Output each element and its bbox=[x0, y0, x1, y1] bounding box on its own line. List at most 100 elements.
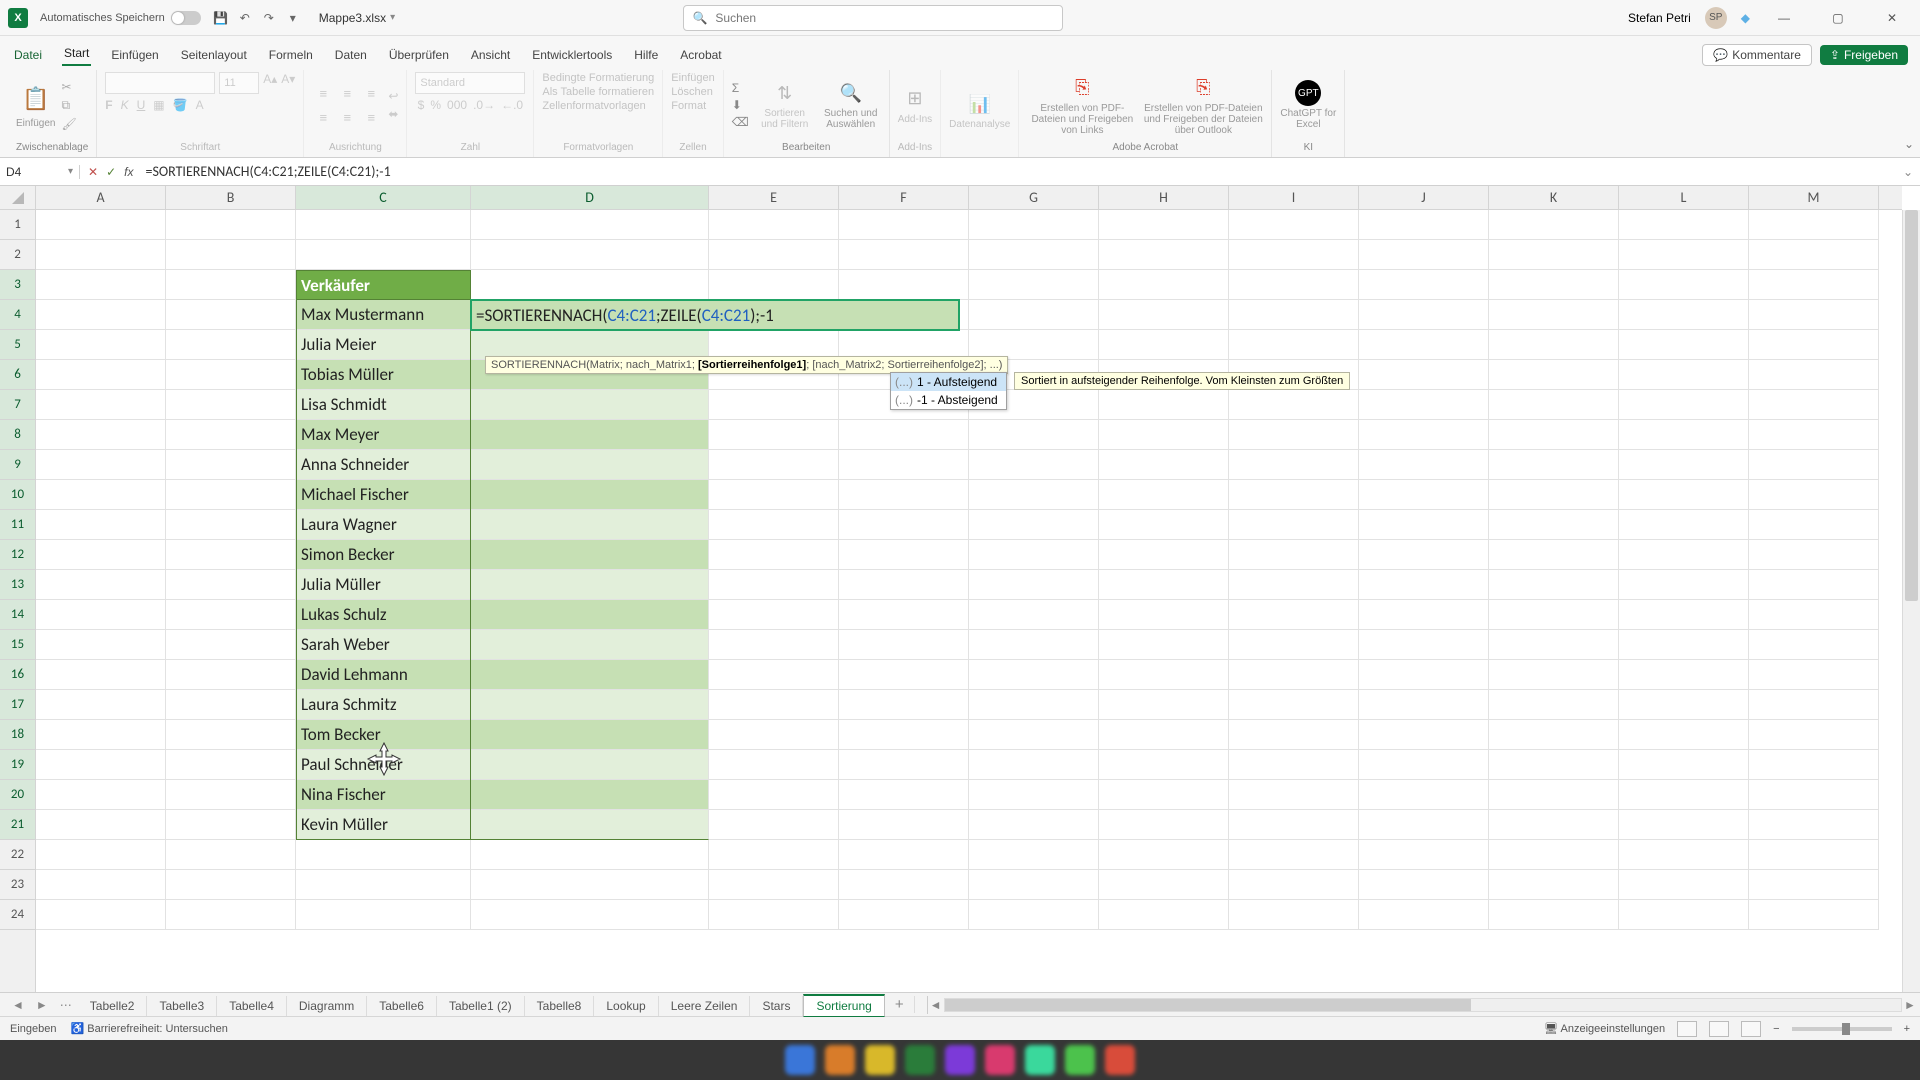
cell-D12[interactable] bbox=[471, 540, 709, 570]
cell-A18[interactable] bbox=[36, 720, 166, 750]
row-header-1[interactable]: 1 bbox=[0, 210, 35, 240]
cell-A15[interactable] bbox=[36, 630, 166, 660]
save-icon[interactable]: 💾 bbox=[213, 11, 229, 25]
column-headers[interactable]: ABCDEFGHIJKLM bbox=[36, 186, 1902, 210]
cell-I8[interactable] bbox=[1229, 420, 1359, 450]
cell-I17[interactable] bbox=[1229, 690, 1359, 720]
row-header-10[interactable]: 10 bbox=[0, 480, 35, 510]
data-analysis-button[interactable]: 📊 Datenanalyse bbox=[949, 91, 1010, 130]
sheet-nav-next[interactable]: ► bbox=[30, 998, 54, 1012]
qat-more-icon[interactable]: ▾ bbox=[285, 11, 301, 25]
cell-H2[interactable] bbox=[1099, 240, 1229, 270]
cell-B6[interactable] bbox=[166, 360, 296, 390]
cell-M13[interactable] bbox=[1749, 570, 1879, 600]
cell-L17[interactable] bbox=[1619, 690, 1749, 720]
cut-icon[interactable]: ✂ bbox=[61, 80, 76, 94]
cell-G16[interactable] bbox=[969, 660, 1099, 690]
cell-D14[interactable] bbox=[471, 600, 709, 630]
cell-F19[interactable] bbox=[839, 750, 969, 780]
cell-B19[interactable] bbox=[166, 750, 296, 780]
cell-G20[interactable] bbox=[969, 780, 1099, 810]
sum-icon[interactable]: Σ bbox=[732, 81, 749, 95]
cell-K1[interactable] bbox=[1489, 210, 1619, 240]
cell-L13[interactable] bbox=[1619, 570, 1749, 600]
cell-C7[interactable]: Lisa Schmidt bbox=[296, 390, 471, 420]
cell-H13[interactable] bbox=[1099, 570, 1229, 600]
cell-J9[interactable] bbox=[1359, 450, 1489, 480]
taskbar-app-icon[interactable] bbox=[1065, 1045, 1095, 1075]
tab-start[interactable]: Start bbox=[62, 42, 91, 66]
cell-L4[interactable] bbox=[1619, 300, 1749, 330]
display-settings-button[interactable]: 🖥 Anzeigeeinstellungen bbox=[1544, 1022, 1665, 1035]
cell-B16[interactable] bbox=[166, 660, 296, 690]
merge-icon[interactable]: ⬌ bbox=[388, 107, 398, 121]
number-format-combo[interactable]: Standard bbox=[415, 72, 525, 94]
row-header-15[interactable]: 15 bbox=[0, 630, 35, 660]
normal-view-button[interactable] bbox=[1677, 1021, 1697, 1037]
cell-J13[interactable] bbox=[1359, 570, 1489, 600]
border-icon[interactable]: ▦ bbox=[153, 98, 164, 112]
row-header-13[interactable]: 13 bbox=[0, 570, 35, 600]
cell-I12[interactable] bbox=[1229, 540, 1359, 570]
cell-J10[interactable] bbox=[1359, 480, 1489, 510]
cell-H14[interactable] bbox=[1099, 600, 1229, 630]
cell-L23[interactable] bbox=[1619, 870, 1749, 900]
cell-F3[interactable] bbox=[839, 270, 969, 300]
cell-B4[interactable] bbox=[166, 300, 296, 330]
cell-G17[interactable] bbox=[969, 690, 1099, 720]
decrease-decimal-icon[interactable]: ←.0 bbox=[501, 98, 523, 112]
cell-E23[interactable] bbox=[709, 870, 839, 900]
cell-D9[interactable] bbox=[471, 450, 709, 480]
autocomplete-item-descending[interactable]: (...) -1 - Absteigend bbox=[891, 391, 1006, 409]
cell-M2[interactable] bbox=[1749, 240, 1879, 270]
autocomplete-item-ascending[interactable]: (...) 1 - Aufsteigend bbox=[891, 373, 1006, 391]
cell-G3[interactable] bbox=[969, 270, 1099, 300]
taskbar-app-icon[interactable] bbox=[1025, 1045, 1055, 1075]
cell-J7[interactable] bbox=[1359, 390, 1489, 420]
col-header-K[interactable]: K bbox=[1489, 186, 1619, 209]
cell-K18[interactable] bbox=[1489, 720, 1619, 750]
add-sheet-button[interactable]: + bbox=[885, 996, 915, 1013]
share-button[interactable]: ⇪ Freigeben bbox=[1820, 45, 1908, 65]
cell-B10[interactable] bbox=[166, 480, 296, 510]
cell-H19[interactable] bbox=[1099, 750, 1229, 780]
sheet-tab-tabelle6[interactable]: Tabelle6 bbox=[367, 996, 437, 1016]
cell-H18[interactable] bbox=[1099, 720, 1229, 750]
cell-B20[interactable] bbox=[166, 780, 296, 810]
cell-I19[interactable] bbox=[1229, 750, 1359, 780]
cell-F11[interactable] bbox=[839, 510, 969, 540]
cell-A21[interactable] bbox=[36, 810, 166, 840]
col-header-L[interactable]: L bbox=[1619, 186, 1749, 209]
cell-C17[interactable]: Laura Schmitz bbox=[296, 690, 471, 720]
cell-C22[interactable] bbox=[296, 840, 471, 870]
cell-A8[interactable] bbox=[36, 420, 166, 450]
cell-I9[interactable] bbox=[1229, 450, 1359, 480]
cell-C19[interactable]: Paul Schneider bbox=[296, 750, 471, 780]
row-header-19[interactable]: 19 bbox=[0, 750, 35, 780]
cell-K11[interactable] bbox=[1489, 510, 1619, 540]
taskbar-app-icon[interactable] bbox=[865, 1045, 895, 1075]
cell-B11[interactable] bbox=[166, 510, 296, 540]
cells-area[interactable]: VerkäuferMax MustermannJulia MeierTobias… bbox=[36, 210, 1902, 992]
page-break-view-button[interactable] bbox=[1741, 1021, 1761, 1037]
cell-E15[interactable] bbox=[709, 630, 839, 660]
sheet-tab-tabelle8[interactable]: Tabelle8 bbox=[525, 996, 595, 1016]
cell-K10[interactable] bbox=[1489, 480, 1619, 510]
taskbar-app-icon[interactable] bbox=[905, 1045, 935, 1075]
cell-L1[interactable] bbox=[1619, 210, 1749, 240]
cell-E1[interactable] bbox=[709, 210, 839, 240]
cell-K5[interactable] bbox=[1489, 330, 1619, 360]
cancel-formula-icon[interactable]: ✕ bbox=[88, 165, 98, 179]
cell-I18[interactable] bbox=[1229, 720, 1359, 750]
cell-J11[interactable] bbox=[1359, 510, 1489, 540]
tab-file[interactable]: Datei bbox=[12, 44, 44, 66]
row-header-11[interactable]: 11 bbox=[0, 510, 35, 540]
cell-K22[interactable] bbox=[1489, 840, 1619, 870]
sheet-tab-leere-zeilen[interactable]: Leere Zeilen bbox=[659, 996, 751, 1016]
cell-styles-button[interactable]: Zellenformatvorlagen bbox=[542, 100, 645, 112]
cell-I22[interactable] bbox=[1229, 840, 1359, 870]
cell-G11[interactable] bbox=[969, 510, 1099, 540]
cell-C6[interactable]: Tobias Müller bbox=[296, 360, 471, 390]
cell-H10[interactable] bbox=[1099, 480, 1229, 510]
cell-E13[interactable] bbox=[709, 570, 839, 600]
